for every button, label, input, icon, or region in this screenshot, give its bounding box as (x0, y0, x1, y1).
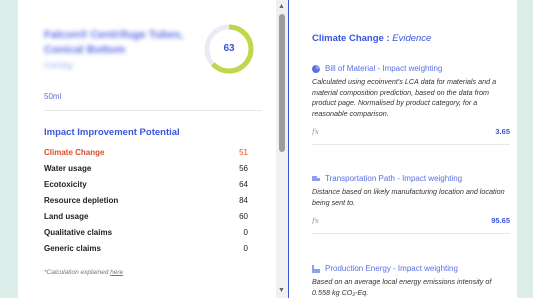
score-ring: 63 (202, 22, 256, 76)
score-value: 63 (223, 43, 235, 54)
fx-label: fx (312, 216, 320, 225)
evidence-title: Climate Change : Evidence (312, 33, 431, 44)
divider (312, 144, 510, 145)
product-name[interactable]: Falcon® Centrifuge Tubes, Conical Bottom (44, 28, 204, 58)
factory-icon (312, 264, 320, 273)
impact-label: Ecotoxicity (44, 180, 87, 189)
evidence-section-transport: Transportation Path - Impact weighting D… (312, 174, 510, 234)
section-body: Distance based on likely manufacturing l… (312, 187, 505, 207)
impact-row[interactable]: Resource depletion 84 (44, 196, 262, 212)
pie-chart-icon (312, 64, 320, 73)
impact-label: Resource depletion (44, 196, 119, 205)
impact-value: 56 (239, 164, 248, 173)
impact-value: 84 (239, 196, 248, 205)
impact-row[interactable]: Qualitative claims 0 (44, 228, 262, 244)
impact-value: 0 (243, 244, 248, 253)
impact-row[interactable]: Water usage 56 (44, 164, 262, 180)
section-body: Calculated using ecoinvent's LCA data fo… (312, 77, 497, 118)
note-text: *Calculation explained (44, 269, 111, 276)
product-score-panel: Falcon® Centrifuge Tubes, Conical Bottom… (18, 0, 276, 298)
impact-title: Impact Improvement Potential (44, 127, 180, 138)
section-heading: Bill of Material - Impact weighting (325, 64, 443, 73)
impact-label: Qualitative claims (44, 228, 113, 237)
impact-value: 60 (239, 212, 248, 221)
background-right (517, 0, 533, 298)
section-value: 3.65 (495, 127, 510, 136)
section-body: Based on an average local energy emissio… (312, 277, 492, 297)
evidence-title-main: Climate Change : (312, 33, 393, 44)
scroll-down-icon[interactable]: ▼ (278, 287, 285, 294)
impact-value: 51 (239, 148, 248, 157)
product-brand: Corning (44, 61, 73, 70)
impact-value: 64 (239, 180, 248, 189)
product-info: Falcon® Centrifuge Tubes, Conical Bottom… (44, 28, 204, 70)
scrollbar-thumb[interactable] (279, 14, 285, 152)
impact-label: Land usage (44, 212, 89, 221)
scrollbar[interactable]: ▲ ▼ (276, 0, 288, 298)
section-heading: Transportation Path - Impact weighting (325, 174, 463, 183)
truck-icon (312, 175, 320, 183)
fx-label: fx (312, 127, 320, 136)
evidence-section-bom: Bill of Material - Impact weighting Calc… (312, 64, 510, 145)
scroll-up-icon[interactable]: ▲ (278, 3, 285, 10)
section-heading: Production Energy - Impact weighting (325, 264, 458, 273)
background-left (0, 0, 18, 298)
calculation-note: *Calculation explained here (44, 269, 123, 276)
impact-label: Climate Change (44, 148, 105, 157)
impact-row[interactable]: Generic claims 0 (44, 244, 262, 260)
impact-label: Generic claims (44, 244, 101, 253)
section-value: 95.65 (491, 216, 510, 225)
product-size: 50ml (44, 92, 62, 101)
divider (44, 110, 262, 111)
impact-label: Water usage (44, 164, 92, 173)
evidence-title-sub: Evidence (392, 33, 432, 44)
impact-value: 0 (243, 228, 248, 237)
calculation-link[interactable]: here (110, 269, 123, 276)
impact-row[interactable]: Land usage 60 (44, 212, 262, 228)
impact-row[interactable]: Ecotoxicity 64 (44, 180, 262, 196)
divider (312, 233, 510, 234)
impact-row[interactable]: Climate Change 51 (44, 148, 262, 164)
evidence-section-energy: Production Energy - Impact weighting Bas… (312, 264, 510, 298)
impact-list: Climate Change 51 Water usage 56 Ecotoxicity… (44, 148, 262, 260)
evidence-panel: Climate Change : Evidence Bill of Materi… (288, 0, 517, 298)
